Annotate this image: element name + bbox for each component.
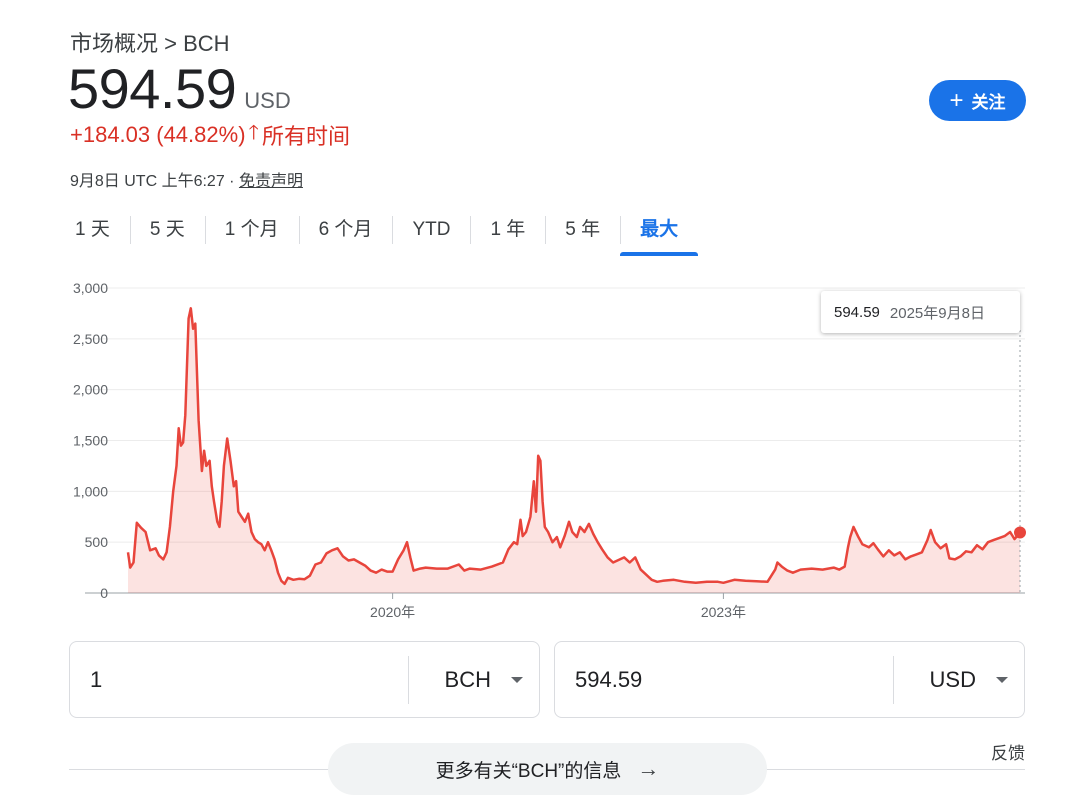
caret-down-icon <box>511 676 523 683</box>
caret-down-icon <box>996 676 1008 683</box>
price-currency: USD <box>244 88 291 113</box>
timestamp: 9月8日 UTC 上午6:27 · 免责声明 <box>70 167 303 191</box>
change-value: +184.03 (44.82%) <box>70 122 246 147</box>
tab-range[interactable]: 1 天 <box>55 210 130 250</box>
y-tick-label: 3,000 <box>73 280 108 296</box>
x-tick-label: 2023年 <box>701 604 746 620</box>
current-price: 594.59 <box>68 57 237 120</box>
more-info-label: 更多有关“BCH”的信息 <box>435 760 622 782</box>
x-tick-label: 2020年 <box>370 604 415 620</box>
y-tick-label: 1,500 <box>73 433 108 449</box>
from-currency-select[interactable]: BCH <box>409 642 539 717</box>
range-tabs: 1 天5 天1 个月 6 个月 YTD 1 年5 年最大 <box>55 208 699 256</box>
change-period: 所有时间 <box>261 124 350 149</box>
y-tick-label: 2,500 <box>73 331 108 347</box>
timestamp-text: 9月8日 UTC 上午6:27 · <box>70 173 239 190</box>
breadcrumb[interactable]: 市场概况 > BCH <box>70 26 230 58</box>
converter-to: USD <box>554 641 1025 718</box>
tooltip-date: 2025年9月8日 <box>889 304 985 322</box>
follow-button[interactable]: + 关注 <box>929 80 1026 121</box>
chart-tooltip: 594.59 2025年9月8日 <box>821 291 1020 333</box>
tab-range[interactable]: YTD <box>392 210 470 250</box>
from-amount-input[interactable] <box>70 641 408 718</box>
plus-icon: + <box>949 86 964 114</box>
arrow-right-icon: → <box>637 756 660 781</box>
y-tick-label: 2,000 <box>73 382 108 398</box>
tab-range[interactable]: 5 天 <box>129 210 205 250</box>
price-row: 594.59 USD <box>68 56 291 121</box>
follow-label: 关注 <box>971 93 1006 112</box>
tab-range[interactable]: 1 个月 <box>204 210 299 250</box>
price-change: +184.03 (44.82%) 🡑 所有时间 <box>70 118 350 152</box>
to-currency-select[interactable]: USD <box>894 642 1024 717</box>
tab-range[interactable]: 1 年 <box>470 210 545 250</box>
current-point <box>1014 526 1026 539</box>
to-amount-input[interactable] <box>555 641 893 718</box>
tab-range[interactable]: 6 个月 <box>298 210 393 250</box>
tab-range[interactable]: 最大 <box>620 210 699 256</box>
tab-range[interactable]: 5 年 <box>545 210 620 250</box>
disclaimer-link[interactable]: 免责声明 <box>239 173 303 190</box>
tooltip-value: 594.59 <box>834 303 880 321</box>
y-tick-label: 500 <box>85 534 109 550</box>
converter-from: BCH <box>69 641 540 718</box>
y-tick-label: 1,000 <box>73 483 108 499</box>
more-info-button[interactable]: 更多有关“BCH”的信息 → <box>328 743 767 795</box>
to-currency-label: USD <box>929 666 976 692</box>
arrow-up-icon: 🡑 <box>248 122 259 144</box>
from-currency-label: BCH <box>444 666 491 692</box>
feedback-link[interactable]: 反馈 <box>991 739 1025 764</box>
y-tick-label: 0 <box>100 585 108 601</box>
series-area <box>128 308 1020 593</box>
